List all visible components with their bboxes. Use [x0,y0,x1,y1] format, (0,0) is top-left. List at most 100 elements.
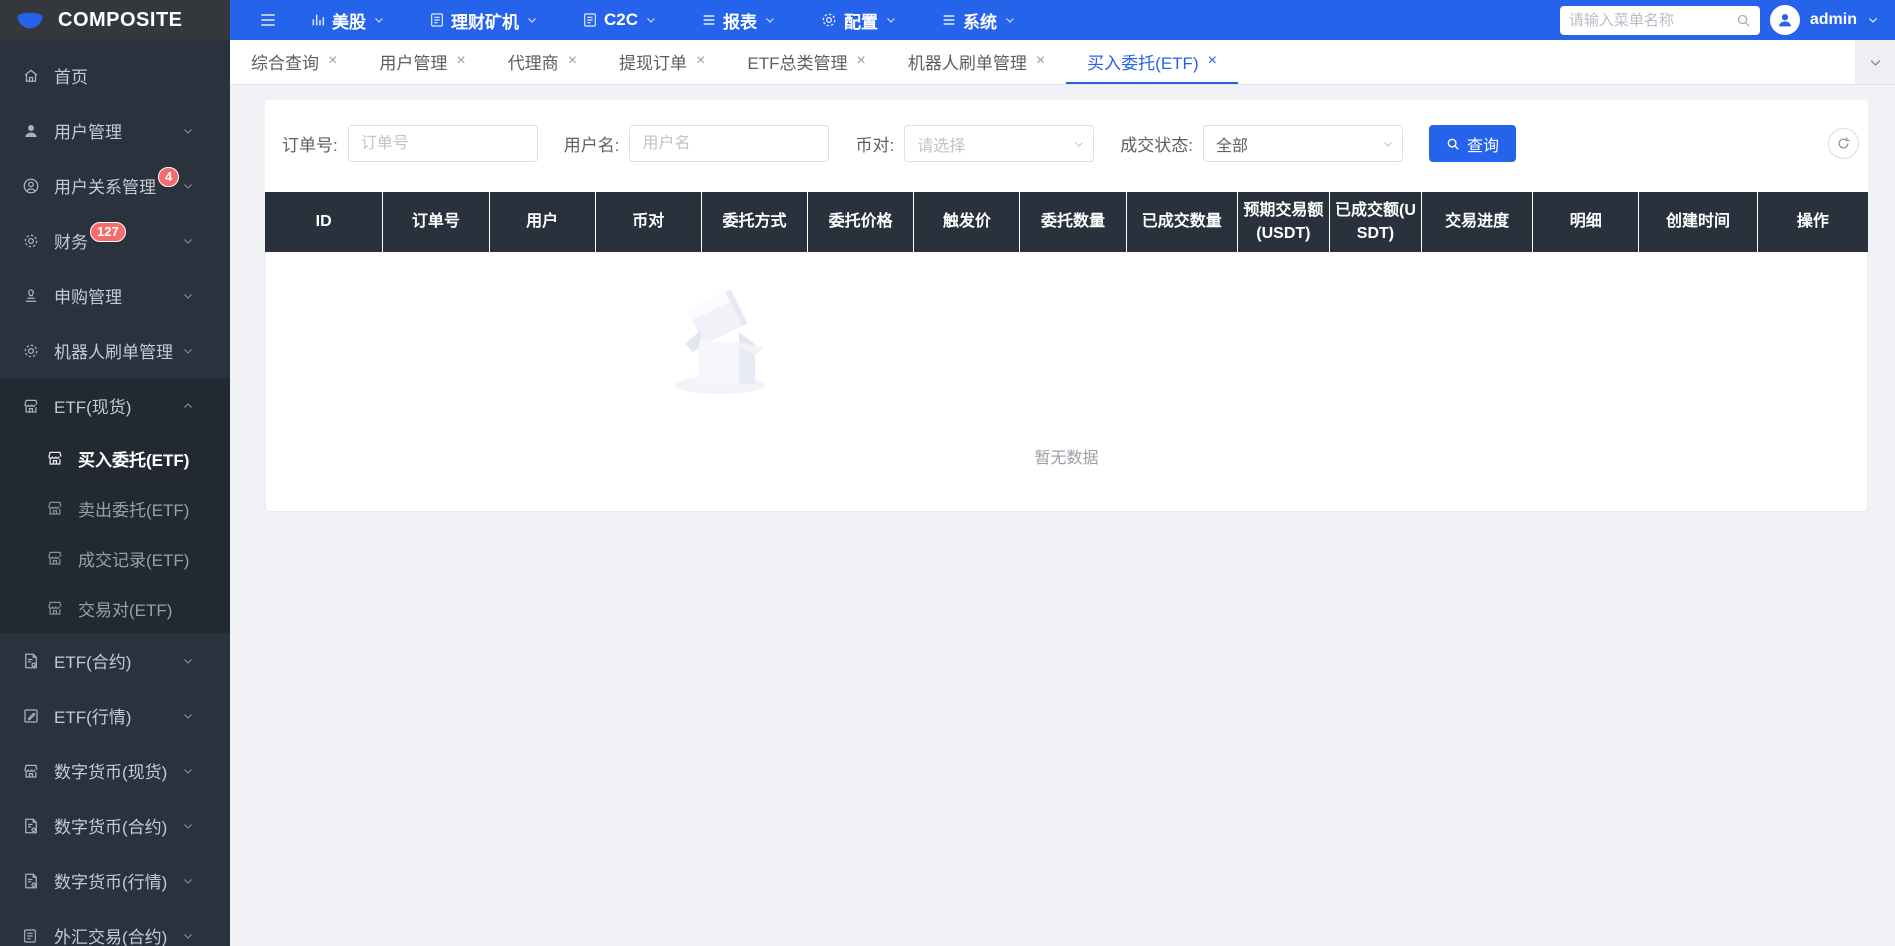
sidebar-item[interactable]: 用户关系管理 4 [0,158,230,213]
sidebar-item[interactable]: 卖出委托(ETF) [0,483,230,533]
filter-group: 用户名: [564,125,830,162]
filter-label: 用户名: [563,136,620,155]
sidebar-item-label: 外汇交易(合约) [54,928,168,946]
sidebar-item-label: 机器人刷单管理 [54,343,173,362]
sidebar-item-label: 成交记录(ETF) [78,550,190,570]
tab-more-button[interactable] [1855,40,1895,84]
document-icon [582,12,598,28]
sidebar-item[interactable]: 申购管理 [0,268,230,323]
gear-icon [820,11,838,29]
sidebar-item-label: 数字货币(现货) [54,763,168,782]
filter-fields: 订单号: 用户名: 币对: 请选择 成交状态: 全部 [282,125,1429,162]
sidebar-item[interactable]: ETF(现货) [0,378,230,433]
sidebar-item[interactable]: ETF(合约) [0,633,230,688]
tab-0[interactable]: 综合查询 × [230,40,358,84]
top-navbar: COMPOSITE 美股 理财矿机 C2C 报表 配置 系统 admin [0,0,1895,40]
tab-5[interactable]: 机器人刷单管理 × [887,40,1066,84]
nav-menu-label: C2C [604,10,639,29]
list-icon [941,12,957,28]
count-badge: 4 [158,166,180,187]
tab-close-icon[interactable]: × [696,53,705,69]
filter-select[interactable]: 全部 [1202,125,1403,162]
tab-close-icon[interactable]: × [1208,53,1217,69]
chevron-down-icon [182,125,202,137]
table-header-row: ID 订单号 用户 币对 委托方式 委托价格 触发价 委托数量 已成交数量 预期交易额(USDT)… [265,192,1868,252]
username[interactable]: admin [1810,11,1857,29]
filter-select[interactable]: 请选择 [904,125,1095,162]
table-empty-body: 暂无数据 [265,252,1868,512]
sidebar-item[interactable]: 用户管理 [0,103,230,158]
tab-1[interactable]: 用户管理 × [358,40,486,84]
hamburger-icon[interactable] [258,10,278,30]
nav-menu-item[interactable]: 配置 [820,0,897,40]
sidebar-item[interactable]: 外汇交易(合约) [0,908,230,946]
search-icon[interactable] [1736,13,1751,28]
sidebar-item[interactable]: 机器人刷单管理 [0,323,230,378]
nav-menu-label: 系统 [963,12,998,32]
tab-active[interactable]: 买入委托(ETF) × [1066,40,1238,84]
tab-2[interactable]: 代理商 × [487,40,598,84]
doc-gear-icon [22,817,42,835]
tab-close-icon[interactable]: × [1036,53,1045,69]
tab-3[interactable]: 提现订单 × [598,40,726,84]
navbar-right: admin [1559,5,1895,35]
table-column-header: 预期交易额(USDT) [1237,192,1330,252]
menu-search-box[interactable] [1559,5,1760,35]
table-column-header: 已成交额(USDT) [1329,192,1422,252]
filter-input-box [629,125,830,162]
nav-menu-label: 美股 [332,12,366,32]
tab-label: 提现订单 [619,53,688,73]
logo-area: COMPOSITE [0,0,230,40]
filter-select-value: 请选择 [917,137,966,155]
filter-group: 成交状态: 全部 [1120,125,1403,162]
sidebar-item[interactable]: 成交记录(ETF) [0,533,230,583]
sidebar-item[interactable]: 首页 [0,48,230,103]
sidebar-item[interactable]: 数字货币(现货) [0,743,230,798]
nav-menu-item[interactable]: C2C [582,0,657,40]
sidebar-item-label: 用户管理 [54,123,122,142]
sidebar-item[interactable]: 交易对(ETF) [0,583,230,633]
search-icon [1446,137,1460,151]
content-card: 订单号:用户名:币对:请选择成交状态:全部 查询 ID订单号用户币对委托方式委托… [265,100,1868,512]
shop-icon [46,449,66,467]
table-column-header: 订单号 [383,192,490,252]
doc-gear-icon [22,872,42,890]
chevron-down-icon[interactable] [1867,14,1879,26]
table-column-header: ID [265,192,384,252]
nav-menu-item[interactable]: 理财矿机 [429,0,538,40]
sidebar-item[interactable]: ETF(行情) [0,688,230,743]
filter-select-value: 全部 [1215,137,1248,155]
query-button[interactable]: 查询 [1428,125,1516,162]
open-tabs: 综合查询 × 用户管理 × 代理商 × 提现订单 × ETF总类管理 × 机器人刷单管理 × 买入委托(… [230,40,1238,84]
menu-search-input[interactable] [1568,11,1736,29]
tab-4[interactable]: ETF总类管理 × [726,40,886,84]
tab-close-icon[interactable]: × [456,53,465,69]
shop-icon [22,762,42,780]
sidebar-item[interactable]: 数字货币(行情) [0,853,230,908]
nav-menu-item[interactable]: 系统 [941,0,1016,40]
sidebar-item-label: ETF(现货) [54,398,132,417]
chevron-down-icon [645,14,657,26]
sidebar-item[interactable]: 买入委托(ETF) [0,433,230,483]
main-content: 订单号:用户名:币对:请选择成交状态:全部 查询 ID订单号用户币对委托方式委托… [230,85,1895,946]
refresh-button[interactable] [1828,128,1859,159]
tab-close-icon[interactable]: × [568,53,577,69]
sidebar-item[interactable]: 财务 127 [0,213,230,268]
sidebar-item[interactable]: 数字货币(合约) [0,798,230,853]
stamp-icon [22,287,42,305]
sidebar-item-label: 数字货币(合约) [54,818,168,837]
nav-menu-item[interactable]: 美股 [310,0,385,40]
count-badge: 127 [90,221,126,242]
filter-input[interactable] [348,134,537,153]
shop-icon [22,397,42,415]
shop-icon [46,599,66,617]
nav-menu-item[interactable]: 报表 [701,0,776,40]
chevron-down-icon [182,930,202,942]
sidebar-item-label: 申购管理 [54,288,122,307]
tab-close-icon[interactable]: × [328,53,337,69]
user-avatar-icon[interactable] [1769,5,1800,35]
gear-icon [22,342,42,360]
filter-input[interactable] [630,134,829,153]
logo-text: COMPOSITE [58,8,183,31]
tab-close-icon[interactable]: × [856,53,865,69]
